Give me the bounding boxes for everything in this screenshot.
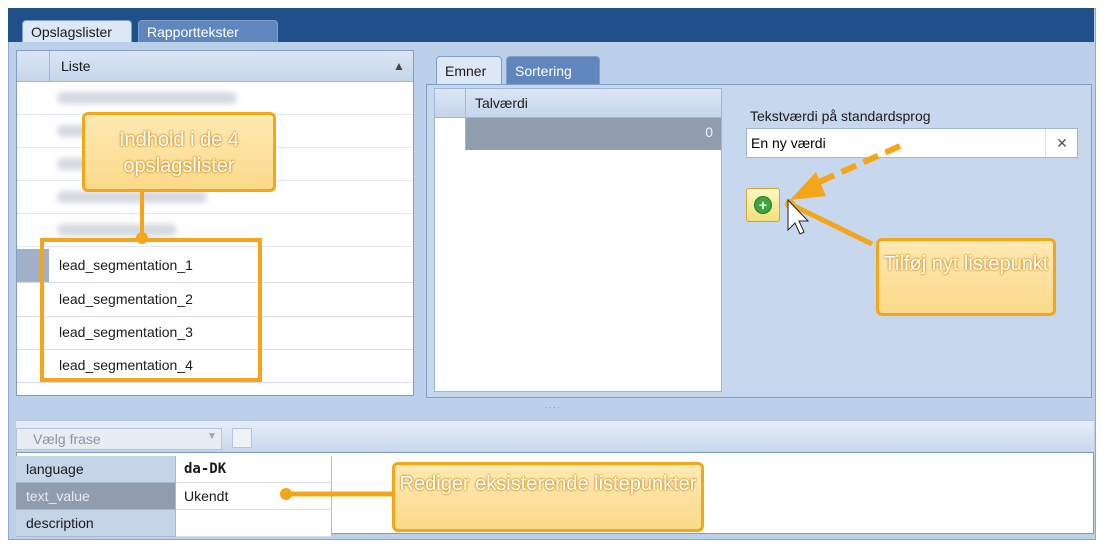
tab-rapporttekster[interactable]: Rapporttekster — [138, 20, 278, 42]
list-item-blurred[interactable] — [17, 82, 413, 115]
value-grid: Talværdi 0 — [434, 88, 722, 392]
property-key: description — [16, 510, 176, 537]
chevron-down-icon: ▼ — [207, 431, 217, 442]
callout-add-item: Tilføj nyt listepunkt — [876, 238, 1056, 316]
value-column-label: Talværdi — [475, 95, 528, 111]
property-key: text_value — [16, 483, 176, 510]
row-selector-header — [435, 89, 466, 117]
add-list-item-button[interactable]: + — [746, 188, 780, 222]
text-value-field: ✕ — [746, 128, 1078, 158]
phrase-select[interactable]: Vælg frase ▼ — [16, 428, 222, 450]
callout-edit-items: Rediger eksisterende listepunkter — [392, 462, 704, 532]
tab-emner[interactable]: Emner — [436, 56, 502, 84]
sort-ascending-icon: ▲ — [393, 59, 405, 73]
value-grid-header[interactable]: Talværdi — [435, 89, 721, 118]
text-value-input[interactable] — [751, 132, 1041, 154]
property-row[interactable]: language da-DK — [16, 456, 332, 483]
clear-icon[interactable]: ✕ — [1045, 129, 1078, 157]
row-selector — [435, 118, 466, 150]
property-value[interactable]: da-DK — [176, 456, 332, 483]
property-value[interactable] — [176, 510, 332, 537]
text-value-label: Tekstværdi på standardsprog — [750, 108, 931, 124]
phrase-insert-icon[interactable] — [232, 428, 252, 448]
row-selector-header — [17, 51, 50, 81]
window: Opslagslister Rapporttekster Liste ▲ lea… — [0, 0, 1102, 546]
value-grid-row[interactable]: 0 — [435, 118, 721, 150]
plus-circle-icon: + — [754, 196, 772, 214]
property-row[interactable]: description — [16, 510, 332, 537]
splitter[interactable]: ···· — [8, 402, 1094, 414]
phrase-select-placeholder: Vælg frase — [33, 431, 101, 447]
callout-list-contents: Indhold i de 4 opslagslister — [82, 112, 276, 192]
numeric-value-cell[interactable]: 0 — [466, 118, 721, 150]
tab-opslagslister[interactable]: Opslagslister — [22, 20, 132, 42]
highlight-box — [40, 238, 262, 382]
list-column-label: Liste — [61, 58, 91, 74]
splitter-grip-icon: ···· — [544, 402, 562, 413]
property-key: language — [16, 456, 176, 483]
property-value[interactable]: Ukendt — [176, 483, 332, 510]
tab-sortering[interactable]: Sortering — [506, 56, 600, 84]
list-column-header[interactable]: Liste ▲ — [17, 51, 413, 82]
property-row[interactable]: text_value Ukendt — [16, 483, 332, 510]
